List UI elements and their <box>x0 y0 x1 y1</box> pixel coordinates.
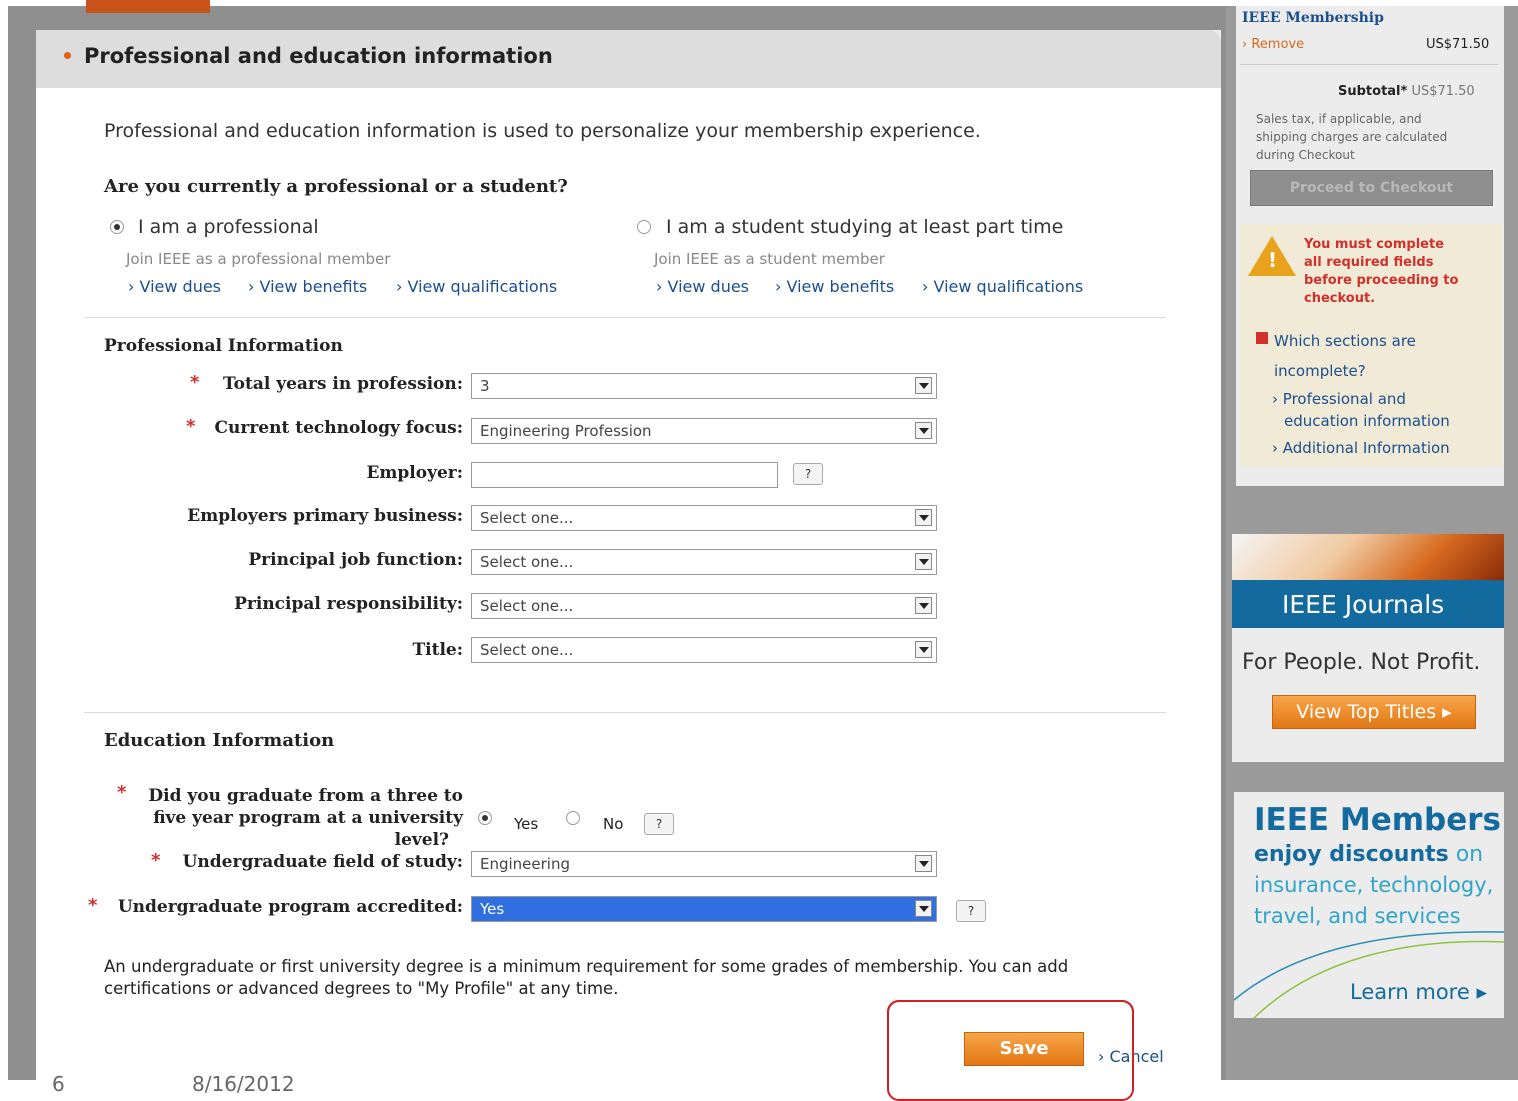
accredited-help-icon[interactable]: ? <box>956 900 986 922</box>
responsibility-label: Principal responsibility: <box>234 594 463 614</box>
student-option-sub: Join IEEE as a student member <box>654 250 885 268</box>
student-view-dues-link[interactable]: › View dues <box>656 277 749 296</box>
tax-note: Sales tax, if applicable, and shipping ch… <box>1256 112 1448 162</box>
journals-ad-graphic <box>1232 534 1504 580</box>
journals-tagline: For People. Not Profit. <box>1242 650 1481 675</box>
employer-input[interactable] <box>471 462 778 488</box>
field-of-study-label: Undergraduate field of study: <box>182 852 463 872</box>
members-line2: insurance, technology, <box>1254 873 1494 897</box>
divider <box>1240 64 1498 65</box>
employer-label: Employer: <box>366 463 463 483</box>
role-question: Are you currently a professional or a st… <box>104 176 568 197</box>
chevron-down-icon[interactable] <box>915 900 932 917</box>
graduate-no-label[interactable]: No <box>603 815 623 833</box>
section-title: Professional and education information <box>84 44 553 68</box>
learn-more-link[interactable]: Learn more ▸ <box>1350 980 1487 1004</box>
student-view-benefits-link[interactable]: › View benefits <box>775 277 894 296</box>
employer-help-icon[interactable]: ? <box>793 463 823 485</box>
student-view-qualifications-link[interactable]: › View qualifications <box>922 277 1083 296</box>
focus-label: Current technology focus: <box>214 418 463 438</box>
chevron-down-icon[interactable] <box>915 553 932 570</box>
cart-item-price: US$71.50 <box>1426 37 1490 52</box>
years-label: Total years in profession: <box>222 374 463 394</box>
professional-option-label[interactable]: I am a professional <box>138 216 319 238</box>
professional-view-qualifications-link[interactable]: › View qualifications <box>396 277 557 296</box>
required-marker: * <box>88 895 98 916</box>
subtotal: Subtotal* US$71.50 <box>1338 84 1475 99</box>
professional-radio[interactable] <box>110 220 124 234</box>
professional-view-benefits-link[interactable]: › View benefits <box>248 277 367 296</box>
business-label: Employers primary business: <box>187 506 463 526</box>
title-select[interactable]: Select one... <box>471 637 937 663</box>
graduate-yes-label[interactable]: Yes <box>514 815 538 833</box>
warning-text: You must complete all required fields befo… <box>1304 237 1459 306</box>
job-select[interactable]: Select one... <box>471 549 937 575</box>
professional-option-sub: Join IEEE as a professional member <box>126 250 391 268</box>
business-select[interactable]: Select one... <box>471 505 937 531</box>
warning-icon-mark: ! <box>1268 248 1278 272</box>
incomplete-professional-link[interactable]: › Professional and education information <box>1272 388 1450 432</box>
professional-view-dues-link[interactable]: › View dues <box>128 277 221 296</box>
incomplete-additional-link[interactable]: › Additional Information <box>1272 439 1450 457</box>
members-title: IEEE Members <box>1254 802 1501 838</box>
professional-heading: Professional Information <box>104 336 343 356</box>
divider <box>84 712 1166 713</box>
chevron-down-icon[interactable] <box>915 597 932 614</box>
remove-link[interactable]: › Remove <box>1242 37 1304 52</box>
chevron-down-icon[interactable] <box>915 377 932 394</box>
chevron-down-icon[interactable] <box>915 422 932 439</box>
chevron-down-icon[interactable] <box>915 509 932 526</box>
degree-note: An undergraduate or first university deg… <box>104 957 1069 998</box>
view-top-titles-button[interactable]: View Top Titles ▸ <box>1272 695 1476 729</box>
graduate-help-icon[interactable]: ? <box>644 813 674 835</box>
collapse-icon[interactable] <box>1256 332 1268 344</box>
top-tab <box>86 0 210 13</box>
accredited-select[interactable]: Yes <box>471 896 937 922</box>
intro-text: Professional and education information i… <box>104 120 981 142</box>
checkout-button[interactable]: Proceed to Checkout <box>1250 170 1493 206</box>
job-label: Principal job function: <box>248 550 463 570</box>
cart-item-title: IEEE Membership <box>1242 10 1384 26</box>
years-select[interactable]: 3 <box>471 373 937 399</box>
members-line1: enjoy discounts on <box>1254 842 1484 867</box>
required-marker: * <box>151 850 161 871</box>
graduate-yes-radio[interactable] <box>478 811 492 825</box>
sections-question[interactable]: Which sections are incomplete? <box>1274 326 1416 386</box>
footer-date: 8/16/2012 <box>192 1072 295 1096</box>
footer-page-number: 6 <box>52 1072 65 1096</box>
field-of-study-select[interactable]: Engineering <box>471 851 937 877</box>
divider <box>84 317 1166 318</box>
education-heading: Education Information <box>104 730 335 751</box>
accredited-label: Undergraduate program accredited: <box>117 897 463 917</box>
highlight-annotation-overlay <box>887 1000 1134 1101</box>
graduate-no-radio[interactable] <box>566 811 580 825</box>
section-bullet-icon <box>64 52 71 59</box>
title-label: Title: <box>412 640 463 660</box>
responsibility-select[interactable]: Select one... <box>471 593 937 619</box>
focus-select[interactable]: Engineering Profession <box>471 418 937 444</box>
student-option-label[interactable]: I am a student studying at least part ti… <box>666 216 1063 238</box>
graduate-question: Did you graduate from a three to five ye… <box>148 786 463 850</box>
student-radio[interactable] <box>637 220 651 234</box>
chevron-down-icon[interactable] <box>915 641 932 658</box>
chevron-down-icon[interactable] <box>915 855 932 872</box>
journals-title: IEEE Journals <box>1282 590 1445 619</box>
